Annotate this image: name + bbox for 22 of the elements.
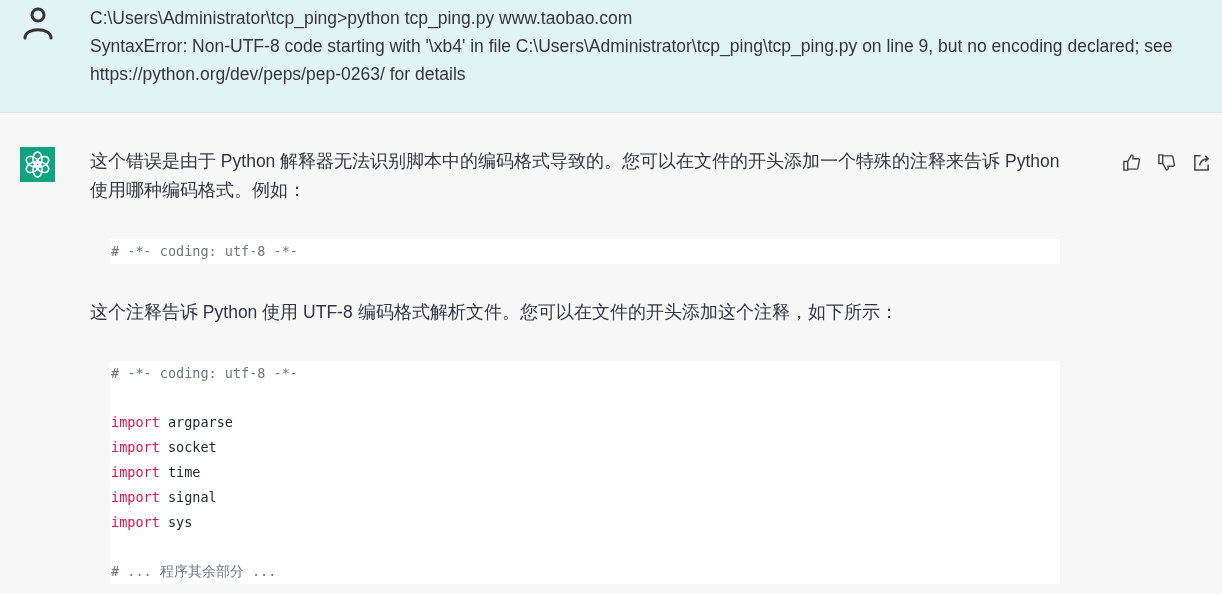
code-keyword: import — [111, 464, 160, 480]
user-avatar-icon — [21, 6, 55, 40]
thumbs-down-icon[interactable] — [1157, 153, 1176, 172]
module-name: signal — [167, 488, 217, 505]
code-keyword: import — [111, 439, 160, 456]
code-keyword: import — [111, 513, 160, 530]
response-paragraph: 这个注释告诉 Python 使用 UTF-8 编码格式解析文件。您可以在文件的开头添加这个注释，如下所示： — [90, 300, 899, 324]
module-name: argparse — [167, 414, 233, 431]
code-keyword: import — [111, 414, 160, 431]
thumbs-up-icon[interactable] — [1122, 153, 1141, 172]
user-message-text: SyntaxError: Non-UTF-8 code starting with '\xb4' in file C:\Users\Administrator\tcp_ping\tcp_ping.py on line 9, but no encoding declared; see https://python.org/dev/peps/pep-0263/ for details — [90, 35, 1174, 86]
code-keyword: import — [111, 488, 160, 505]
module-name: time — [167, 464, 201, 480]
code-comment: # -*- coding: utf-8 -*- — [111, 243, 298, 259]
user-message-text: C:\Users\Administrator\tcp_ping>python tcp_ping.py www.taobao.com — [90, 7, 634, 31]
module-name: socket — [167, 439, 217, 456]
code-comment: # ... 程序其余部分 ... — [111, 563, 277, 580]
assistant-logo-icon — [19, 147, 55, 182]
share-icon[interactable] — [1192, 153, 1211, 172]
code-comment: # -*- coding: utf-8 -*- — [111, 364, 298, 381]
response-paragraph: 这个错误是由于 Python 解释器无法识别脚本中的编码格式导致的。您可以在文件的开头添加一个特殊的注释来告诉 Python 使用哪种编码格式。例如： — [90, 150, 1061, 202]
module-name: sys — [167, 513, 193, 530]
